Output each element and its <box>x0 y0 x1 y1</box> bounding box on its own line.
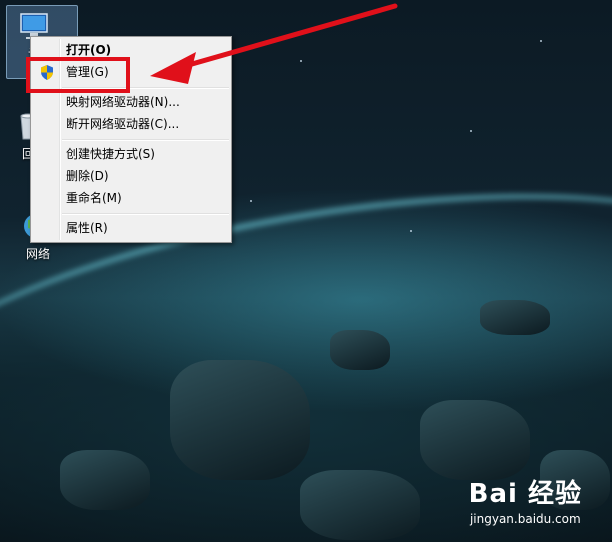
annotation-arrow <box>150 3 398 84</box>
watermark-url: jingyan.baidu.com <box>469 512 581 526</box>
arrow-shaft <box>182 3 398 69</box>
watermark-brand: Bai 经验 <box>468 479 582 509</box>
arrow-head <box>150 52 196 84</box>
baidu-jingyan-watermark: Bai 经验 jingyan.baidu.com <box>469 473 582 526</box>
watermark-logo: Bai 经验 <box>469 473 582 510</box>
